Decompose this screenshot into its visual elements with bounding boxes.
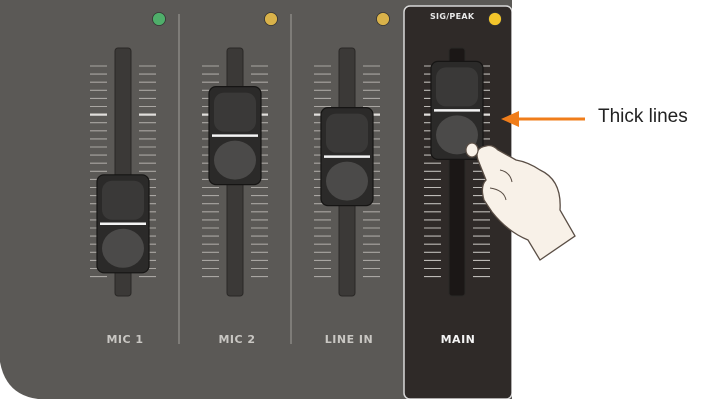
sig-led-main xyxy=(488,12,502,26)
channel-label-main: MAIN xyxy=(440,333,476,346)
sig-led-linein xyxy=(376,12,390,26)
sig-led-mic2 xyxy=(264,12,278,26)
fader-knob-linein[interactable] xyxy=(320,106,374,207)
annotation-label: Thick lines xyxy=(598,106,688,127)
fader-knob-mic1[interactable] xyxy=(96,174,150,274)
channel-label-mic1: MIC 1 xyxy=(106,333,144,346)
sig-led-mic1 xyxy=(152,12,166,26)
fader-knob-mic2[interactable] xyxy=(208,85,262,186)
sig-peak-label: SIG/PEAK xyxy=(430,12,475,21)
channel-label-mic2: MIC 2 xyxy=(218,333,256,346)
channel-label-linein: LINE IN xyxy=(324,333,374,346)
